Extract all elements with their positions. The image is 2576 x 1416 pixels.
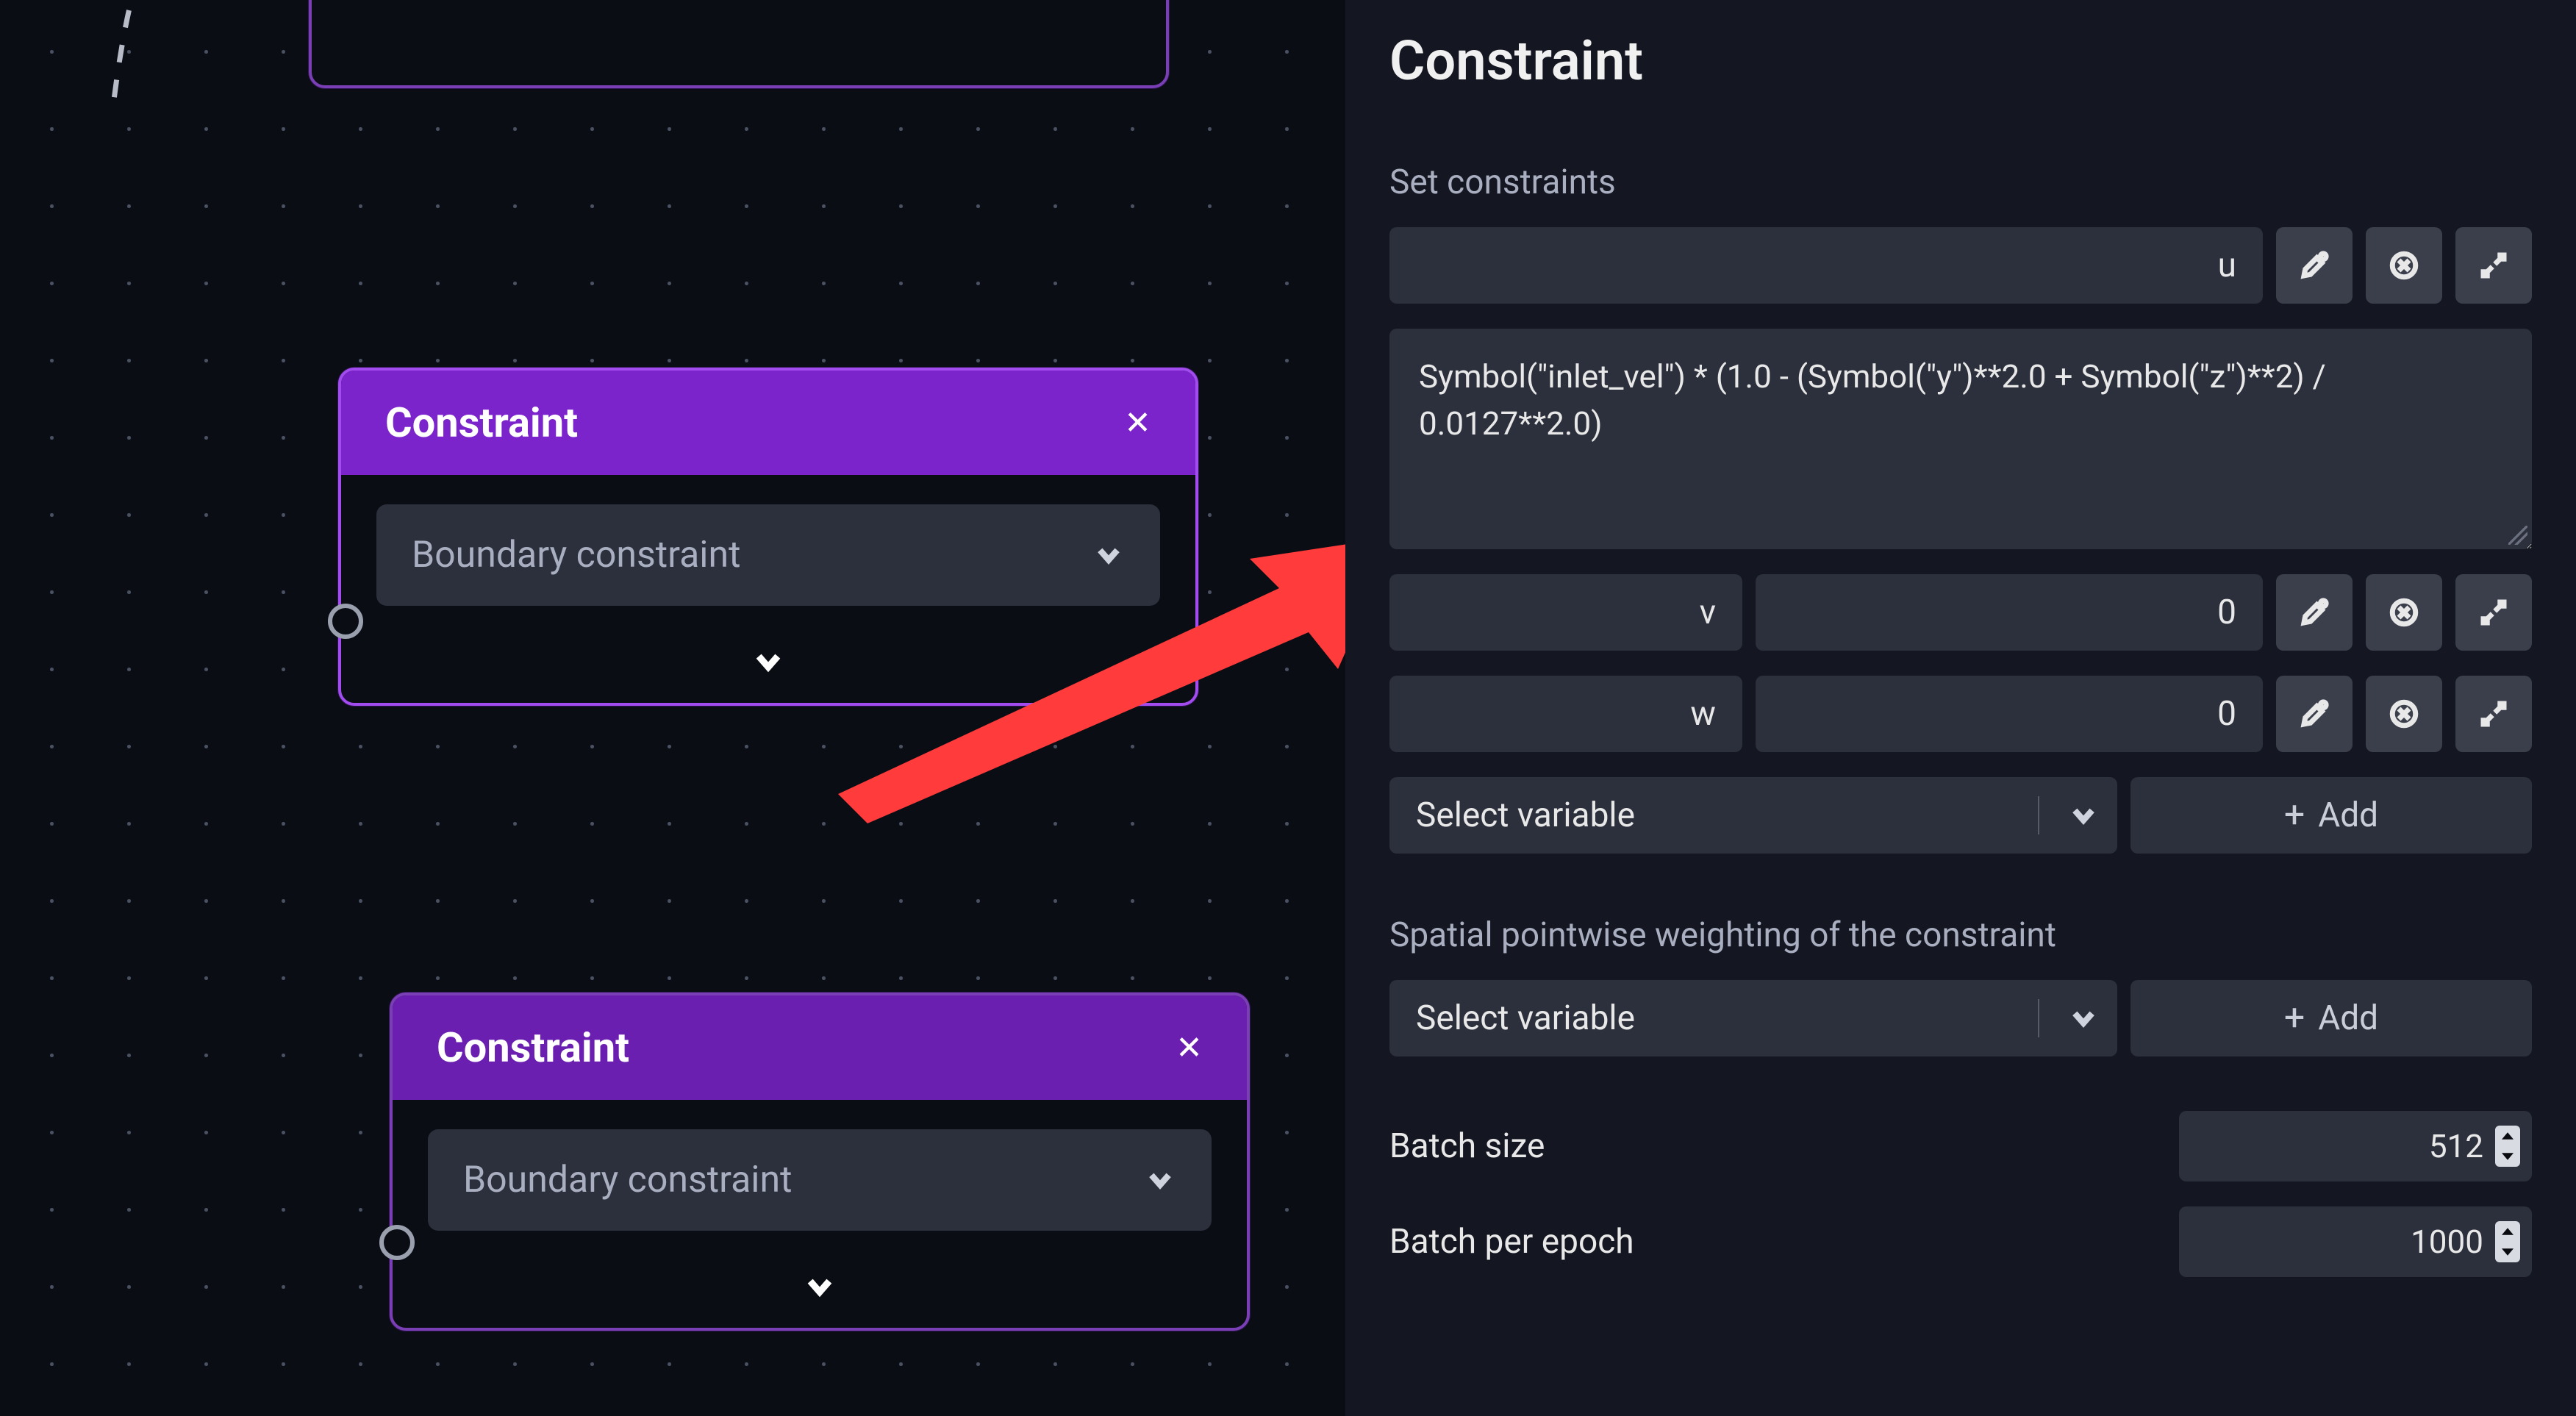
- step-down-icon[interactable]: [2495, 1242, 2520, 1262]
- eyedropper-button[interactable]: [2276, 227, 2353, 304]
- chevron-down-icon: [1144, 1164, 1176, 1196]
- chevron-down-icon: [1092, 539, 1125, 571]
- clear-button[interactable]: [2366, 227, 2442, 304]
- variable-v-value[interactable]: 0: [1756, 574, 2263, 651]
- expression-editor-u[interactable]: Symbol("inlet_vel") * (1.0 - (Symbol("y"…: [1389, 329, 2532, 549]
- properties-panel: Constraint Set constraints u Symbol("inl…: [1345, 0, 2576, 1416]
- close-icon[interactable]: ✕: [1124, 404, 1151, 442]
- value-text: 0: [2217, 593, 2236, 632]
- constraint-node[interactable]: Constraint ✕ Boundary constraint: [390, 993, 1250, 1331]
- number-stepper[interactable]: [2495, 1221, 2520, 1262]
- constraint-node-selected[interactable]: Constraint ✕ Boundary constraint: [338, 368, 1198, 706]
- node-expand-toggle[interactable]: [341, 628, 1195, 703]
- expand-button[interactable]: [2455, 574, 2532, 651]
- eyedropper-button[interactable]: [2276, 574, 2353, 651]
- node-input-port[interactable]: [379, 1225, 415, 1260]
- value-text: 0: [2217, 694, 2236, 734]
- variable-u-name[interactable]: u: [1389, 227, 2263, 304]
- weighting-label: Spatial pointwise weighting of the const…: [1389, 915, 2532, 955]
- node-expand-toggle[interactable]: [393, 1253, 1247, 1328]
- select-label: Boundary constraint: [412, 534, 740, 576]
- plus-icon: +: [2284, 794, 2305, 837]
- node-canvas[interactable]: Constraint ✕ Boundary constraint: [0, 0, 1345, 1416]
- chevron-down-icon: [804, 1270, 836, 1303]
- constraint-type-select[interactable]: Boundary constraint: [428, 1129, 1212, 1231]
- select-variable-label: Select variable: [1416, 998, 2010, 1038]
- add-constraint-button[interactable]: + Add: [2130, 777, 2532, 854]
- expression-text: Symbol("inlet_vel") * (1.0 - (Symbol("y"…: [1419, 357, 2326, 443]
- variable-w-value[interactable]: 0: [1756, 676, 2263, 752]
- step-up-icon[interactable]: [2495, 1126, 2520, 1146]
- batch-per-epoch-label: Batch per epoch: [1389, 1222, 2150, 1262]
- constraint-type-select[interactable]: Boundary constraint: [376, 504, 1160, 606]
- add-label: Add: [2318, 795, 2378, 835]
- select-weighting-variable-dropdown[interactable]: Select variable: [1389, 980, 2117, 1056]
- select-variable-label: Select variable: [1416, 795, 2010, 835]
- batch-per-epoch-value: 1000: [2411, 1223, 2483, 1261]
- add-label: Add: [2318, 998, 2378, 1038]
- node-title: Constraint: [385, 398, 578, 447]
- node-input-port[interactable]: [328, 604, 363, 639]
- chevron-down-icon: [752, 646, 784, 678]
- select-variable-dropdown[interactable]: Select variable: [1389, 777, 2117, 854]
- eyedropper-button[interactable]: [2276, 676, 2353, 752]
- chevron-down-icon: [723, 0, 755, 1]
- chevron-down-icon: [2067, 1002, 2100, 1034]
- separator: [2038, 796, 2039, 834]
- step-down-icon[interactable]: [2495, 1146, 2520, 1167]
- number-stepper[interactable]: [2495, 1126, 2520, 1167]
- expand-button[interactable]: [2455, 676, 2532, 752]
- node-expand-toggle[interactable]: [312, 0, 1166, 26]
- variable-name: w: [1690, 694, 1716, 734]
- select-label: Boundary constraint: [463, 1159, 792, 1201]
- expand-button[interactable]: [2455, 227, 2532, 304]
- batch-size-label: Batch size: [1389, 1126, 2150, 1166]
- clear-button[interactable]: [2366, 676, 2442, 752]
- panel-title: Constraint: [1389, 29, 2532, 93]
- variable-name: v: [1700, 593, 1716, 632]
- variable-w-name[interactable]: w: [1389, 676, 1742, 752]
- step-up-icon[interactable]: [2495, 1221, 2520, 1242]
- variable-name: u: [2218, 246, 2236, 285]
- set-constraints-label: Set constraints: [1389, 162, 2532, 202]
- close-icon[interactable]: ✕: [1176, 1029, 1203, 1067]
- batch-size-input[interactable]: 512: [2179, 1111, 2532, 1181]
- chevron-down-icon: [2067, 799, 2100, 832]
- plus-icon: +: [2284, 997, 2305, 1040]
- add-weighting-button[interactable]: + Add: [2130, 980, 2532, 1056]
- clear-button[interactable]: [2366, 574, 2442, 651]
- variable-v-name[interactable]: v: [1389, 574, 1742, 651]
- batch-size-value: 512: [2429, 1127, 2483, 1165]
- node-title: Constraint: [437, 1023, 629, 1072]
- constraint-node-partial[interactable]: [309, 0, 1169, 88]
- separator: [2038, 999, 2039, 1037]
- batch-per-epoch-input[interactable]: 1000: [2179, 1206, 2532, 1277]
